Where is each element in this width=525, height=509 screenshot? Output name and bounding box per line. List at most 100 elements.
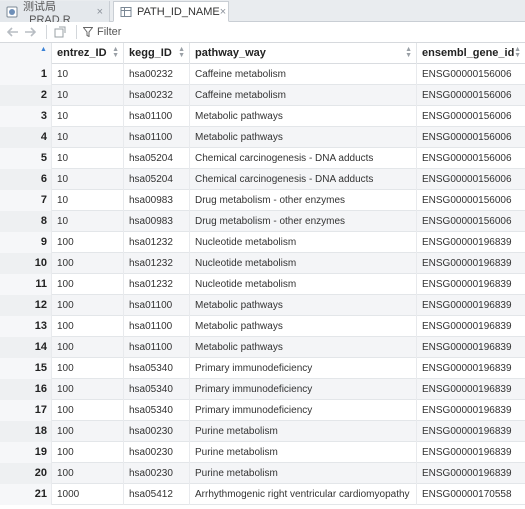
entrez-id-cell: 100	[52, 400, 124, 421]
ensembl-id-cell: ENSG00000196839	[422, 468, 512, 479]
pathway-cell: Primary immunodeficiency	[190, 379, 417, 400]
filter-button[interactable]: Filter	[83, 26, 121, 38]
table-row[interactable]: 14 100 hsa01100 Metabolic pathways ENSG00000…	[0, 337, 525, 358]
table-row[interactable]: 12 100 hsa01100 Metabolic pathways ENSG00000…	[0, 295, 525, 316]
ensembl-id-cell: ENSG00000196839	[422, 405, 512, 416]
ensembl-id-cell: ENSG00000170558	[422, 489, 512, 500]
ensembl-id-cell: ENSG00000196839	[422, 447, 512, 458]
column-header-label: entrez_ID	[57, 47, 107, 59]
editor-tab-bar: 测试局_PRAD.R × PATH_ID_NAME ×	[0, 0, 525, 26]
pathway-cell: Metabolic pathways	[190, 316, 417, 337]
kegg-id-cell: hsa01100	[124, 316, 190, 337]
kegg-id-cell: hsa05340	[124, 358, 190, 379]
entrez-id-cell: 100	[52, 379, 124, 400]
kegg-id-cell: hsa01100	[124, 337, 190, 358]
tab-data-viewer[interactable]: PATH_ID_NAME ×	[113, 1, 229, 22]
row-index: 15	[0, 358, 52, 379]
row-index: 10	[0, 253, 52, 274]
kegg-id-cell: hsa05412	[124, 484, 190, 505]
kegg-id-cell: hsa05340	[124, 379, 190, 400]
pathway-cell: Metabolic pathways	[190, 127, 417, 148]
kegg-id-cell: hsa00232	[124, 85, 190, 106]
row-index: 17	[0, 400, 52, 421]
pathway-cell: Nucleotide metabolism	[190, 274, 417, 295]
table-row[interactable]: 4 10 hsa01100 Metabolic pathways ENSG0000015…	[0, 127, 525, 148]
row-index: 13	[0, 316, 52, 337]
kegg-id-cell: hsa01100	[124, 106, 190, 127]
close-icon[interactable]: ×	[97, 6, 103, 18]
entrez-id-cell: 10	[52, 211, 124, 232]
table-row[interactable]: 5 10 hsa05204 Chemical carcinogenesis - DNA…	[0, 148, 525, 169]
kegg-id-cell: hsa01100	[124, 127, 190, 148]
row-index: 19	[0, 442, 52, 463]
kegg-id-cell: hsa05204	[124, 169, 190, 190]
kegg-id-cell: hsa00230	[124, 421, 190, 442]
table-row[interactable]: 2 10 hsa00232 Caffeine metabolism ENSG000001…	[0, 85, 525, 106]
table-row[interactable]: 6 10 hsa05204 Chemical carcinogenesis - DNA…	[0, 169, 525, 190]
table-row[interactable]: 11 100 hsa01232 Nucleotide metabolism ENSG00…	[0, 274, 525, 295]
kegg-id-cell: hsa01232	[124, 253, 190, 274]
row-index: 5	[0, 148, 52, 169]
ensembl-id-cell: ENSG00000196839	[422, 321, 512, 332]
row-index: 11	[0, 274, 52, 295]
kegg-id-cell: hsa00230	[124, 442, 190, 463]
forward-arrow-icon[interactable]	[23, 25, 37, 39]
table-row[interactable]: 21 1000 hsa05412 Arrhythmogenic right ventr…	[0, 484, 525, 505]
table-row[interactable]: 9 100 hsa01232 Nucleotide metabolism ENSG000…	[0, 232, 525, 253]
pathway-cell: Metabolic pathways	[190, 337, 417, 358]
table-row[interactable]: 20 100 hsa00230 Purine metabolism ENSG000001…	[0, 463, 525, 484]
column-header-row-index[interactable]: ▲	[0, 43, 52, 64]
tab-label: PATH_ID_NAME	[137, 5, 220, 18]
column-header-entrez-id[interactable]: entrez_ID ▲ ▼	[52, 43, 124, 64]
row-index: 20	[0, 463, 52, 484]
kegg-id-cell: hsa01232	[124, 232, 190, 253]
ensembl-id-cell: ENSG00000156006	[422, 69, 512, 80]
column-header-ensembl-gene-id[interactable]: ensembl_gene_id ▲ ▼	[417, 43, 525, 64]
sort-ascending-icon: ▲	[40, 46, 47, 53]
pop-out-window-icon[interactable]	[53, 25, 67, 39]
pathway-cell: Drug metabolism - other enzymes	[190, 190, 417, 211]
table-row[interactable]: 13 100 hsa01100 Metabolic pathways ENSG00000…	[0, 316, 525, 337]
table-row[interactable]: 10 100 hsa01232 Nucleotide metabolism ENSG00…	[0, 253, 525, 274]
tab-script[interactable]: 测试局_PRAD.R ×	[0, 1, 110, 26]
entrez-id-cell: 100	[52, 463, 124, 484]
row-index: 2	[0, 85, 52, 106]
kegg-id-cell: hsa00232	[124, 64, 190, 85]
table-icon	[120, 6, 132, 17]
table-row[interactable]: 19 100 hsa00230 Purine metabolism ENSG000001…	[0, 442, 525, 463]
table-row[interactable]: 16 100 hsa05340 Primary immunodeficiency ENS…	[0, 379, 525, 400]
funnel-icon	[83, 27, 93, 37]
ensembl-id-cell: ENSG00000156006	[422, 90, 512, 101]
pathway-cell: Purine metabolism	[190, 463, 417, 484]
pathway-cell: Metabolic pathways	[190, 295, 417, 316]
row-index: 9	[0, 232, 52, 253]
entrez-id-cell: 100	[52, 316, 124, 337]
table-header: ▲ entrez_ID ▲ ▼ kegg_ID ▲ ▼ pathway_way ▲ ▼…	[0, 43, 525, 64]
pathway-cell: Primary immunodeficiency	[190, 358, 417, 379]
column-header-pathway-way[interactable]: pathway_way ▲ ▼	[190, 43, 417, 64]
table-row[interactable]: 8 10 hsa00983 Drug metabolism - other enzym…	[0, 211, 525, 232]
table-row[interactable]: 15 100 hsa05340 Primary immunodeficiency ENS…	[0, 358, 525, 379]
table-row[interactable]: 3 10 hsa01100 Metabolic pathways ENSG0000015…	[0, 106, 525, 127]
ensembl-id-cell: ENSG00000156006	[422, 195, 512, 206]
ensembl-id-cell: ENSG00000156006	[422, 174, 512, 185]
table-row[interactable]: 18 100 hsa00230 Purine metabolism ENSG000001…	[0, 421, 525, 442]
column-header-label: kegg_ID	[129, 47, 172, 59]
sort-icon: ▲ ▼	[178, 46, 185, 59]
row-index: 6	[0, 169, 52, 190]
column-header-kegg-id[interactable]: kegg_ID ▲ ▼	[124, 43, 190, 64]
close-icon[interactable]: ×	[220, 6, 226, 18]
pathway-cell: Purine metabolism	[190, 442, 417, 463]
table-row[interactable]: 1 10 hsa00232 Caffeine metabolism ENSG000001…	[0, 64, 525, 85]
row-index: 1	[0, 64, 52, 85]
filter-label: Filter	[97, 26, 122, 38]
ensembl-id-cell: ENSG00000196839	[422, 300, 512, 311]
r-script-icon	[6, 6, 18, 17]
back-arrow-icon[interactable]	[6, 25, 20, 39]
table-row[interactable]: 7 10 hsa00983 Drug metabolism - other enzym…	[0, 190, 525, 211]
row-index: 4	[0, 127, 52, 148]
table-row[interactable]: 17 100 hsa05340 Primary immunodeficiency ENS…	[0, 400, 525, 421]
entrez-id-cell: 100	[52, 274, 124, 295]
row-index: 18	[0, 421, 52, 442]
kegg-id-cell: hsa05340	[124, 400, 190, 421]
